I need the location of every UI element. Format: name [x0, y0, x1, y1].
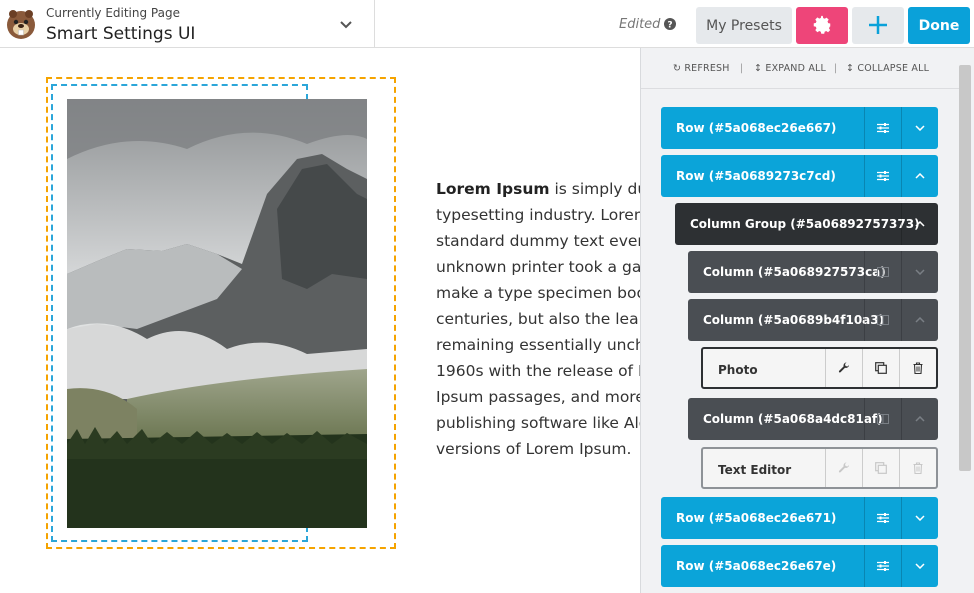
chevron-up-icon	[915, 221, 925, 227]
expand-toggle[interactable]	[901, 107, 938, 149]
gear-icon	[813, 15, 831, 34]
chevron-up-icon	[915, 416, 925, 422]
node-label: Column (#5a068927573ca)	[703, 265, 886, 279]
my-presets-button[interactable]: My Presets	[696, 7, 792, 44]
collapse-toggle[interactable]	[901, 203, 938, 245]
node-label: Column (#5a0689b4f10a3)	[703, 313, 885, 327]
trash-icon	[913, 362, 923, 374]
row-settings-button[interactable]	[864, 497, 901, 539]
refresh-button[interactable]: ↻ REFRESH	[673, 63, 730, 74]
panel-scrollbar[interactable]	[959, 65, 971, 471]
text-line: Lorem Ipsum is simply dummy text of the …	[436, 180, 640, 198]
column-settings-button[interactable]	[864, 398, 901, 440]
outline-row[interactable]: Row (#5a068ec26e67e)	[661, 545, 938, 587]
node-label: Row (#5a068ec26e67e)	[676, 559, 837, 573]
text-line: centuries, but also the leap into electr…	[436, 310, 640, 328]
edit-status: Edited	[619, 17, 661, 32]
row-settings-button[interactable]	[864, 155, 901, 197]
collapse-toggle[interactable]	[901, 398, 938, 440]
expand-all-button[interactable]: ↕ EXPAND ALL	[754, 63, 826, 74]
sliders-icon	[877, 123, 889, 133]
trash-icon	[913, 462, 923, 474]
node-label: Photo	[718, 363, 758, 377]
text-line: remaining essentially unchanged. It was …	[436, 336, 640, 354]
expand-toggle[interactable]	[901, 497, 938, 539]
toolbar-separator: |	[834, 63, 838, 74]
outline-module-photo[interactable]: Photo	[701, 347, 938, 389]
copy-icon	[875, 462, 887, 474]
outline-module-text-editor[interactable]: Text Editor	[701, 447, 938, 489]
wrench-icon	[838, 462, 849, 473]
sliders-icon	[877, 171, 889, 181]
delete-button[interactable]	[899, 449, 936, 487]
module-settings-button[interactable]	[825, 349, 862, 387]
copy-icon	[875, 362, 887, 374]
node-label: Row (#5a0689273c7cd)	[676, 169, 836, 183]
outline-column-group[interactable]: Column Group (#5a06892757373)	[675, 203, 938, 245]
outline-column[interactable]: Column (#5a068927573ca)	[688, 251, 938, 293]
sliders-icon	[877, 561, 889, 571]
chevron-up-icon	[915, 317, 925, 323]
toolbar-separator: |	[740, 63, 744, 74]
expand-toggle[interactable]	[901, 251, 938, 293]
add-content-button[interactable]	[852, 7, 904, 44]
done-button[interactable]: Done	[908, 7, 970, 44]
editing-page-info: Currently Editing Page Smart Settings UI	[46, 6, 195, 45]
collapse-toggle[interactable]	[901, 155, 938, 197]
settings-button[interactable]	[796, 7, 848, 44]
outline-row[interactable]: Row (#5a0689273c7cd)	[661, 155, 938, 197]
chevron-down-icon	[915, 269, 925, 275]
chevron-down-icon	[915, 563, 925, 569]
text-line: publishing software like Aldus PageMaker…	[436, 414, 640, 432]
text-line: Ipsum passages, and more recently with d…	[436, 388, 640, 406]
module-settings-button[interactable]	[825, 449, 862, 487]
outline-row[interactable]: Row (#5a068ec26e671)	[661, 497, 938, 539]
text-line: typesetting industry. Lorem Ipsum has be…	[436, 206, 640, 224]
chevron-down-icon	[915, 515, 925, 521]
svg-text:?: ?	[667, 21, 672, 31]
divider	[374, 0, 375, 48]
node-label: Column Group (#5a06892757373)	[690, 217, 920, 231]
node-label: Text Editor	[718, 463, 792, 477]
wrench-icon	[838, 362, 849, 373]
outline-column[interactable]: Column (#5a068a4dc81af)	[688, 398, 938, 440]
text-line: unknown printer took a galley of type an…	[436, 258, 640, 276]
outline-column[interactable]: Column (#5a0689b4f10a3)	[688, 299, 938, 341]
beaver-logo-icon[interactable]	[2, 5, 40, 43]
top-bar: Currently Editing Page Smart Settings UI…	[0, 0, 974, 48]
outline-toolbar: ↻ REFRESH | ↕ EXPAND ALL | ↕ COLLAPSE AL…	[641, 48, 959, 89]
collapse-toggle[interactable]	[901, 299, 938, 341]
columns-icon	[877, 315, 889, 325]
node-label: Row (#5a068ec26e671)	[676, 511, 837, 525]
row-settings-button[interactable]	[864, 107, 901, 149]
collapse-all-button[interactable]: ↕ COLLAPSE ALL	[846, 63, 929, 74]
node-label: Row (#5a068ec26e667)	[676, 121, 837, 135]
chevron-down-icon[interactable]	[336, 15, 356, 35]
duplicate-button[interactable]	[862, 349, 899, 387]
chevron-up-icon	[915, 173, 925, 179]
text-line: make a type specimen book. It has surviv…	[436, 284, 640, 302]
expand-toggle[interactable]	[901, 545, 938, 587]
delete-button[interactable]	[899, 349, 936, 387]
row-settings-button[interactable]	[864, 545, 901, 587]
text-line: versions of Lorem Ipsum.	[436, 440, 632, 458]
duplicate-button[interactable]	[862, 449, 899, 487]
text-editor-module[interactable]: Lorem Ipsum is simply dummy text of the …	[436, 176, 640, 476]
editing-label: Currently Editing Page	[46, 6, 180, 20]
column-settings-button[interactable]	[864, 251, 901, 293]
node-label: Column (#5a068a4dc81af)	[703, 412, 883, 426]
outline-panel: ↻ REFRESH | ↕ EXPAND ALL | ↕ COLLAPSE AL…	[640, 48, 974, 593]
text-line: 1960s with the release of Letraset sheet…	[436, 362, 640, 380]
columns-icon	[877, 267, 889, 277]
outline-row[interactable]: Row (#5a068ec26e667)	[661, 107, 938, 149]
question-circle-icon[interactable]: ?	[663, 16, 677, 31]
column-settings-button[interactable]	[864, 299, 901, 341]
plus-icon	[869, 16, 887, 34]
sliders-icon	[877, 513, 889, 523]
chevron-down-icon	[915, 125, 925, 131]
columns-icon	[877, 414, 889, 424]
text-line: standard dummy text ever since the 1500s…	[436, 232, 640, 250]
page-title: Smart Settings UI	[46, 24, 196, 44]
mountain-photo[interactable]	[67, 99, 367, 528]
